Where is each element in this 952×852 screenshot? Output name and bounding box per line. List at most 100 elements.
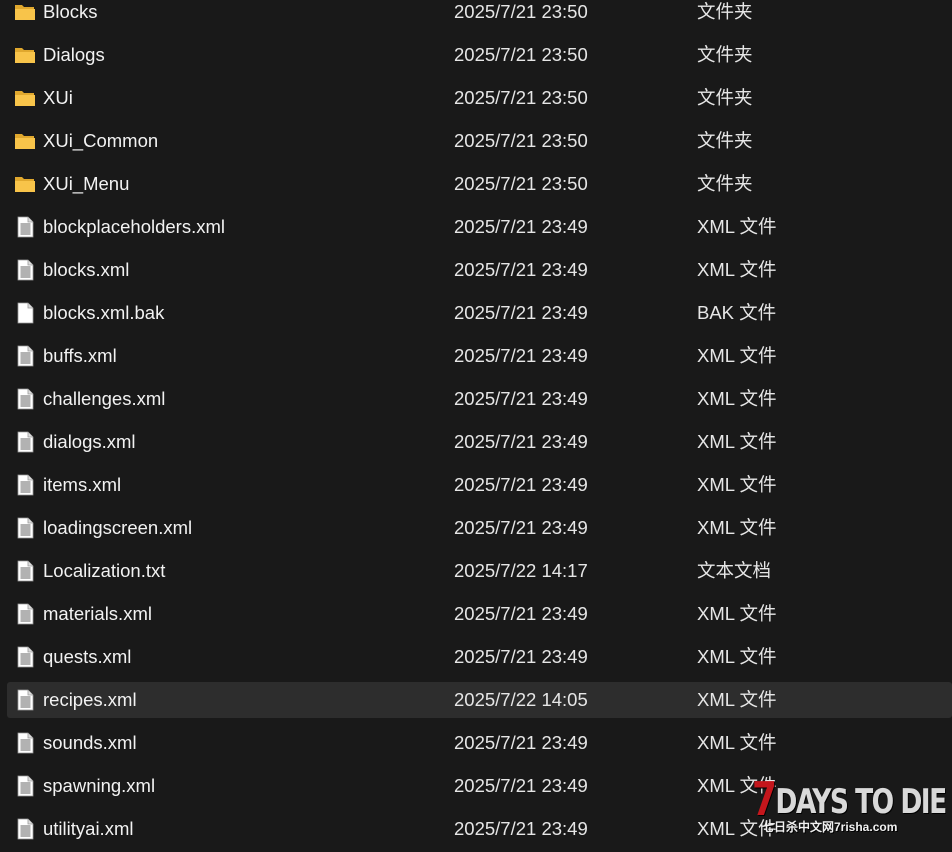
file-modified-date: 2025/7/21 23:49 [454,646,588,667]
file-row[interactable]: blocks.xml 2025/7/21 23:49 XML 文件 [7,252,952,288]
folder-icon [15,177,35,192]
file-modified-date: 2025/7/21 23:50 [454,1,588,22]
file-modified-date: 2025/7/21 23:49 [454,603,588,624]
file-type: XML 文件 [697,431,777,452]
file-name[interactable]: items.xml [43,467,121,503]
file-name[interactable]: recipes.xml [43,682,137,718]
folder-icon [15,5,35,20]
file-name[interactable]: materials.xml [43,596,152,632]
file-type: XML 文件 [697,646,777,667]
file-name[interactable]: sounds.xml [43,725,137,761]
document-icon [17,388,34,410]
file-modified-date: 2025/7/21 23:49 [454,474,588,495]
file-row[interactable]: loadingscreen.xml 2025/7/21 23:49 XML 文件 [7,510,952,546]
file-modified-date: 2025/7/21 23:49 [454,388,588,409]
file-row[interactable]: Dialogs 2025/7/21 23:50 文件夹 [7,37,952,73]
file-row[interactable]: Localization.txt 2025/7/22 14:17 文本文档 [7,553,952,589]
file-modified-date: 2025/7/22 14:05 [454,689,588,710]
document-icon [17,259,34,281]
watermark-title: 7DAYS TO DIE [752,770,947,826]
file-modified-date: 2025/7/21 23:49 [454,431,588,452]
file-modified-date: 2025/7/21 23:50 [454,173,588,194]
file-modified-date: 2025/7/21 23:49 [454,818,588,839]
document-icon [17,216,34,238]
file-name[interactable]: Localization.txt [43,553,165,589]
file-modified-date: 2025/7/21 23:50 [454,87,588,108]
file-modified-date: 2025/7/21 23:49 [454,302,588,323]
file-row[interactable]: quests.xml 2025/7/21 23:49 XML 文件 [7,639,952,675]
file-row[interactable]: buffs.xml 2025/7/21 23:49 XML 文件 [7,338,952,374]
folder-icon [15,134,35,149]
file-type: XML 文件 [697,345,777,366]
file-modified-date: 2025/7/22 14:17 [454,560,588,581]
file-type: 文本文档 [697,560,772,581]
file-row[interactable]: materials.xml 2025/7/21 23:49 XML 文件 [7,596,952,632]
document-icon [17,603,34,625]
file-modified-date: 2025/7/21 23:50 [454,44,588,65]
file-row[interactable]: dialogs.xml 2025/7/21 23:49 XML 文件 [7,424,952,460]
file-name[interactable]: dialogs.xml [43,424,136,460]
file-modified-date: 2025/7/21 23:49 [454,775,588,796]
document-icon [17,474,34,496]
file-row[interactable]: challenges.xml 2025/7/21 23:49 XML 文件 [7,381,952,417]
file-row[interactable]: items.xml 2025/7/21 23:49 XML 文件 [7,467,952,503]
file-type: 文件夹 [697,87,753,108]
file-name[interactable]: blocks.xml [43,252,129,288]
file-name[interactable]: quests.xml [43,639,131,675]
file-type: BAK 文件 [697,302,777,323]
file-row[interactable]: recipes.xml 2025/7/22 14:05 XML 文件 [7,682,952,718]
file-name[interactable]: utilityai.xml [43,811,133,847]
file-type: 文件夹 [697,173,753,194]
file-name[interactable]: buffs.xml [43,338,117,374]
file-name[interactable]: Blocks [43,0,98,30]
file-row[interactable]: XUi_Common 2025/7/21 23:50 文件夹 [7,123,952,159]
file-name[interactable]: loadingscreen.xml [43,510,192,546]
document-icon [17,818,34,840]
file-modified-date: 2025/7/21 23:49 [454,216,588,237]
file-row[interactable]: blocks.xml.bak 2025/7/21 23:49 BAK 文件 [7,295,952,331]
document-icon [17,517,34,539]
file-type: XML 文件 [697,259,777,280]
file-modified-date: 2025/7/21 23:50 [454,130,588,151]
folder-icon [15,48,35,63]
file-modified-date: 2025/7/21 23:49 [454,345,588,366]
folder-icon [15,91,35,106]
document-icon [17,431,34,453]
file-type: XML 文件 [697,474,777,495]
file-modified-date: 2025/7/21 23:49 [454,259,588,280]
file-row[interactable]: sounds.xml 2025/7/21 23:49 XML 文件 [7,725,952,761]
document-icon [17,732,34,754]
watermark-subtitle: 七日杀中文网7risha.com [762,820,898,834]
file-row[interactable]: Blocks 2025/7/21 23:50 文件夹 [7,0,952,30]
watermark-logo: 7DAYS TO DIE 七日杀中文网7risha.com [752,760,952,852]
file-name[interactable]: XUi [43,80,73,116]
file-type: XML 文件 [697,603,777,624]
file-row[interactable]: XUi_Menu 2025/7/21 23:50 文件夹 [7,166,952,202]
file-type: 文件夹 [697,130,753,151]
document-icon [17,345,34,367]
file-name[interactable]: blocks.xml.bak [43,295,164,331]
file-name[interactable]: blockplaceholders.xml [43,209,225,245]
blank-file-icon [17,302,34,324]
document-icon [17,560,34,582]
file-type: 文件夹 [697,44,753,65]
document-icon [17,646,34,668]
file-name[interactable]: challenges.xml [43,381,165,417]
file-name[interactable]: Dialogs [43,37,105,73]
file-type: 文件夹 [697,1,753,22]
document-icon [17,689,34,711]
file-row[interactable]: XUi 2025/7/21 23:50 文件夹 [7,80,952,116]
file-type: XML 文件 [697,517,777,538]
file-type: XML 文件 [697,216,777,237]
file-modified-date: 2025/7/21 23:49 [454,517,588,538]
file-type: XML 文件 [697,689,777,710]
file-type: XML 文件 [697,388,777,409]
file-name[interactable]: spawning.xml [43,768,155,804]
file-name[interactable]: XUi_Menu [43,166,129,202]
file-list: Blocks 2025/7/21 23:50 文件夹 Dialogs 2025/7/21… [0,0,952,852]
file-name[interactable]: XUi_Common [43,123,158,159]
file-modified-date: 2025/7/21 23:49 [454,732,588,753]
file-row[interactable]: blockplaceholders.xml 2025/7/21 23:49 XML … [7,209,952,245]
document-icon [17,775,34,797]
file-type: XML 文件 [697,732,777,753]
